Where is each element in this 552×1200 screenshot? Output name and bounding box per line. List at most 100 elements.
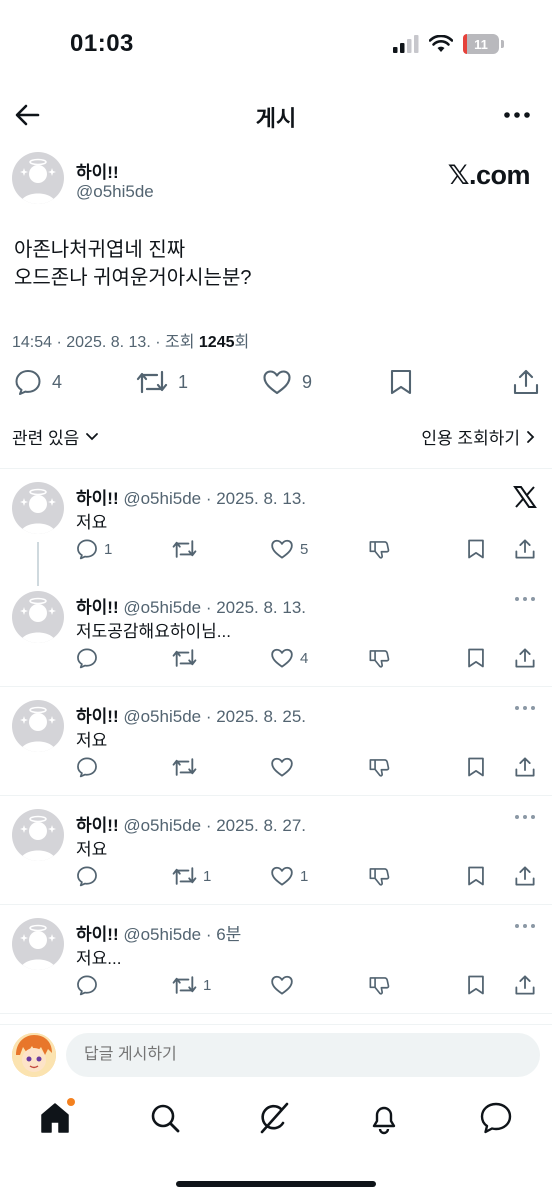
bookmark-button[interactable] [466, 756, 486, 778]
repost-button[interactable] [172, 756, 203, 778]
like-button[interactable]: 9 [262, 368, 312, 396]
message-icon [480, 1102, 512, 1134]
reply-button[interactable] [76, 756, 104, 778]
downvote-button[interactable] [368, 756, 390, 778]
reply-author-name[interactable]: 하이!! [76, 925, 119, 944]
share-button[interactable] [514, 865, 536, 887]
reply-button[interactable]: 1 [76, 538, 112, 560]
avatar[interactable] [12, 591, 64, 643]
default-avatar-icon [20, 597, 56, 643]
bottom-tab-bar [0, 1090, 552, 1150]
reply-meta: @o5hi5de · 2025. 8. 25. [123, 707, 307, 726]
bookmark-icon [468, 866, 484, 886]
repost-button[interactable] [172, 538, 203, 560]
avatar[interactable] [12, 482, 64, 534]
repost-icon [172, 758, 197, 776]
more-icon[interactable] [514, 595, 536, 603]
post-text-line: 아존나처귀엽네 진짜 [14, 239, 186, 261]
reply-item[interactable]: 하이!! @o5hi5de · 2025. 8. 25. 저요 [0, 688, 552, 797]
share-button[interactable] [512, 368, 540, 396]
like-count: 5 [300, 540, 309, 558]
wifi-icon [429, 35, 453, 52]
tab-home[interactable] [37, 1098, 75, 1136]
avatar[interactable] [12, 152, 64, 204]
profile-picture-icon [12, 1033, 56, 1077]
reply-item[interactable]: 하이!! @o5hi5de · 2025. 8. 13. 저요 1 5 [0, 470, 552, 579]
reply-input[interactable] [66, 1033, 540, 1077]
reply-actions: 1 [76, 974, 542, 1000]
share-button[interactable] [514, 974, 536, 996]
repost-button[interactable]: 1 [172, 865, 211, 887]
heart-icon [271, 757, 293, 777]
downvote-button[interactable] [368, 974, 390, 996]
related-filter[interactable]: 관련 있음 [12, 424, 99, 449]
reply-author-name[interactable]: 하이!! [76, 598, 119, 617]
downvote-button[interactable] [368, 538, 390, 560]
repost-icon [172, 976, 197, 994]
like-button[interactable]: 4 [270, 647, 308, 669]
quotes-label: 인용 조회하기 [421, 429, 520, 448]
downvote-button[interactable] [368, 865, 390, 887]
more-icon[interactable] [514, 704, 536, 712]
downvote-icon [369, 868, 390, 886]
bookmark-icon [390, 369, 412, 395]
default-avatar-icon [20, 158, 56, 204]
repost-icon [172, 540, 197, 558]
bookmark-button[interactable] [466, 647, 486, 669]
reply-compose-bar [0, 1024, 552, 1084]
reply-button[interactable]: 4 [14, 368, 62, 396]
more-icon[interactable] [502, 102, 532, 128]
share-button[interactable] [514, 538, 536, 560]
bookmark-button[interactable] [466, 538, 486, 560]
tab-grok[interactable] [256, 1100, 292, 1136]
more-icon[interactable] [514, 813, 536, 821]
reply-author-name[interactable]: 하이!! [76, 707, 119, 726]
repost-count: 1 [203, 976, 212, 994]
reply-item[interactable]: 하이!! @o5hi5de · 2025. 8. 27. 저요 1 1 [0, 797, 552, 906]
reply-button[interactable] [76, 974, 104, 996]
author-name[interactable]: 하이!! [76, 158, 119, 183]
reply-author-name[interactable]: 하이!! [76, 816, 119, 835]
share-button[interactable] [514, 647, 536, 669]
like-button[interactable] [270, 974, 300, 996]
reply-button[interactable] [76, 647, 104, 669]
reply-text: 저요... [76, 949, 122, 968]
reply-text: 저요 [76, 731, 108, 750]
reply-item[interactable]: 하이!! @o5hi5de · 6분 저요... 1 [0, 906, 552, 1015]
my-avatar[interactable] [12, 1033, 56, 1077]
share-button[interactable] [514, 756, 536, 778]
reply-meta: @o5hi5de · 2025. 8. 13. [123, 489, 307, 508]
reply-item[interactable]: 하이!! @o5hi5de · 2025. 8. 13. 저도공감해요하이님...… [0, 579, 552, 688]
tab-notifications[interactable] [366, 1100, 402, 1136]
reply-meta: @o5hi5de · 2025. 8. 27. [123, 816, 307, 835]
more-icon[interactable] [514, 922, 536, 930]
reply-header: 하이!! @o5hi5de · 2025. 8. 13. [76, 484, 306, 509]
battery-icon: 11 [463, 34, 499, 54]
tab-search[interactable] [147, 1100, 183, 1136]
reply-actions: 11 [76, 865, 542, 891]
avatar[interactable] [12, 918, 64, 970]
home-indicator [176, 1181, 376, 1187]
reply-button[interactable] [76, 865, 104, 887]
like-button[interactable]: 1 [270, 865, 308, 887]
like-button[interactable] [270, 756, 300, 778]
repost-button[interactable]: 1 [172, 974, 211, 996]
comment-icon [77, 648, 97, 669]
heart-icon [271, 539, 293, 559]
downvote-icon [369, 650, 390, 668]
downvote-button[interactable] [368, 647, 390, 669]
repost-button[interactable]: 1 [136, 368, 188, 396]
like-button[interactable]: 5 [270, 538, 308, 560]
bookmark-button[interactable] [466, 974, 486, 996]
view-quotes-link[interactable]: 인용 조회하기 [421, 424, 536, 449]
tab-messages[interactable] [478, 1100, 514, 1136]
avatar[interactable] [12, 809, 64, 861]
page-title: 게시 [255, 106, 297, 131]
reply-author-name[interactable]: 하이!! [76, 489, 119, 508]
comment-icon [77, 757, 97, 778]
avatar[interactable] [12, 700, 64, 752]
bookmark-button[interactable] [388, 368, 414, 396]
bookmark-button[interactable] [466, 865, 486, 887]
author-handle[interactable]: @o5hi5de [76, 182, 154, 202]
repost-button[interactable] [172, 647, 203, 669]
